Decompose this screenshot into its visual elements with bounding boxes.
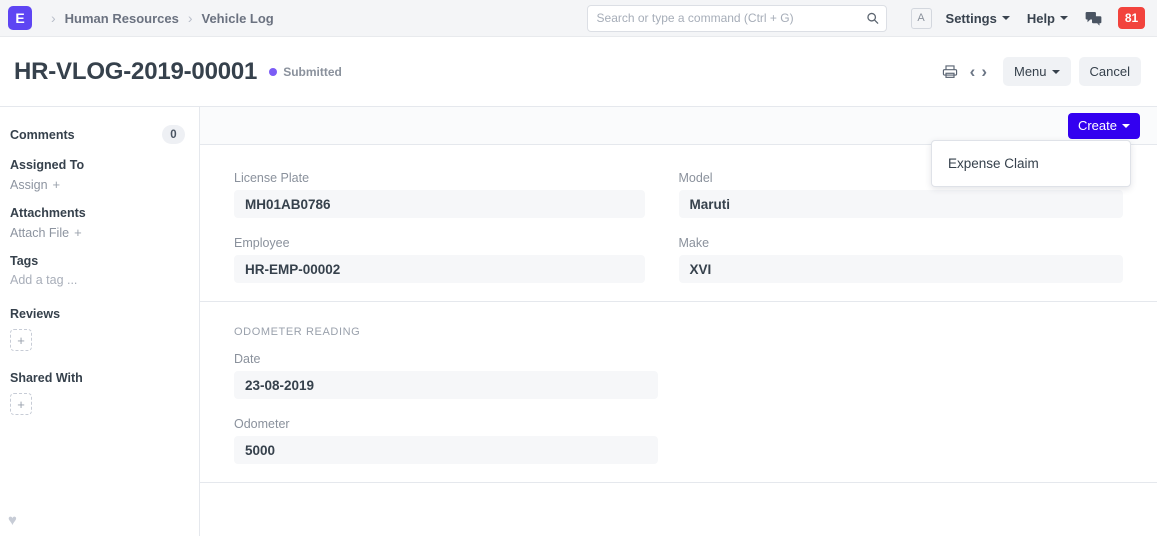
menu-button-label: Menu	[1014, 64, 1047, 79]
attach-file-button[interactable]: Attach File +	[10, 225, 185, 240]
breadcrumb-item-vehicle-log[interactable]: Vehicle Log	[202, 11, 274, 26]
add-tag-input[interactable]: Add a tag ...	[10, 273, 185, 287]
assign-button[interactable]: Assign +	[10, 177, 185, 192]
search-input[interactable]	[586, 4, 887, 32]
add-shared-user-button[interactable]: +	[10, 393, 32, 415]
notification-badge[interactable]: 81	[1118, 7, 1145, 29]
avatar[interactable]: A	[910, 7, 932, 29]
status-badge: Submitted	[269, 65, 342, 79]
model-value[interactable]: Maruti	[678, 190, 1123, 218]
employee-label: Employee	[234, 236, 290, 250]
plus-icon: +	[52, 177, 61, 192]
breadcrumb-item-human-resources[interactable]: Human Resources	[65, 11, 179, 26]
document-sidebar: Comments 0 Assigned To Assign + Attachme…	[0, 107, 200, 536]
date-value[interactable]: 23-08-2019	[234, 371, 658, 399]
dropdown-item-expense-claim[interactable]: Expense Claim	[932, 149, 1130, 178]
make-label: Make	[678, 236, 710, 250]
details-column-right: Model Maruti Make XVI	[678, 171, 1123, 287]
comments-header[interactable]: Comments 0	[10, 125, 185, 144]
status-dot-icon	[269, 67, 278, 76]
sidebar-section-attachments: Attachments Attach File +	[10, 206, 185, 240]
print-icon[interactable]	[939, 60, 961, 84]
field-odometer: Odometer 5000	[234, 417, 1123, 464]
license-plate-value[interactable]: MH01AB0786	[234, 190, 645, 218]
sidebar-section-assigned-to: Assigned To Assign +	[10, 158, 185, 192]
details-grid: License Plate MH01AB0786 Employee HR-EMP…	[234, 171, 1123, 287]
add-review-button[interactable]: +	[10, 329, 32, 351]
odometer-label: Odometer	[234, 417, 290, 431]
menu-button[interactable]: Menu	[1003, 57, 1071, 86]
make-value[interactable]: XVI	[678, 255, 1123, 283]
date-label: Date	[234, 352, 261, 366]
cancel-button[interactable]: Cancel	[1078, 57, 1141, 86]
search-container	[586, 4, 887, 32]
create-button-label: Create	[1077, 118, 1117, 133]
page-body: Comments 0 Assigned To Assign + Attachme…	[0, 107, 1157, 536]
reviews-label: Reviews	[10, 307, 61, 321]
field-employee: Employee HR-EMP-00002	[234, 236, 645, 283]
field-make: Make XVI	[678, 236, 1123, 283]
chevron-down-icon	[1051, 69, 1060, 74]
create-dropdown-menu: Expense Claim	[931, 140, 1131, 187]
top-navbar: E › Human Resources › Vehicle Log A Sett…	[0, 0, 1157, 37]
chat-icon[interactable]	[1085, 11, 1102, 26]
sidebar-section-comments: Comments 0	[10, 125, 185, 144]
help-label: Help	[1026, 10, 1055, 26]
field-license-plate: License Plate MH01AB0786	[234, 171, 645, 218]
odometer-value[interactable]: 5000	[234, 436, 658, 464]
status-label: Submitted	[283, 64, 342, 79]
chevron-down-icon	[1001, 16, 1010, 20]
help-menu[interactable]: Help	[1027, 11, 1068, 26]
license-plate-label: License Plate	[234, 171, 310, 185]
assigned-to-label: Assigned To	[10, 158, 85, 172]
document-main: Create Expense Claim License Plate MH01A…	[200, 107, 1157, 536]
assign-label: Assign	[10, 177, 48, 192]
create-button[interactable]: Create	[1067, 112, 1140, 139]
tags-label: Tags	[10, 254, 39, 268]
sidebar-section-shared-with: Shared With +	[10, 371, 185, 415]
comments-count: 0	[162, 125, 185, 144]
record-navigation: ‹ ›	[967, 63, 990, 80]
app-logo[interactable]: E	[8, 6, 32, 30]
settings-menu[interactable]: Settings	[946, 11, 1010, 26]
title-actions: ‹ › Menu Cancel	[939, 57, 1141, 86]
details-column-left: License Plate MH01AB0786 Employee HR-EMP…	[234, 171, 679, 287]
form-section-odometer-reading: ODOMETER READING Date 23-08-2019 Odomete…	[200, 302, 1157, 483]
field-date: Date 23-08-2019	[234, 352, 1123, 399]
settings-label: Settings	[945, 10, 997, 26]
previous-record-icon[interactable]: ‹	[967, 63, 979, 80]
search-icon[interactable]	[866, 12, 879, 25]
employee-value[interactable]: HR-EMP-00002	[234, 255, 645, 283]
odometer-section-title: ODOMETER READING	[234, 326, 361, 338]
page-title: HR-VLOG-2019-00001	[14, 57, 258, 85]
chevron-down-icon	[1060, 16, 1068, 20]
like-heart-icon[interactable]: ♥	[8, 513, 17, 528]
breadcrumb-separator-icon: ›	[51, 10, 56, 26]
chevron-down-icon	[1122, 123, 1130, 128]
sidebar-section-reviews: Reviews +	[10, 307, 185, 351]
next-record-icon[interactable]: ›	[978, 63, 990, 80]
shared-with-label: Shared With	[10, 371, 83, 385]
sidebar-section-tags: Tags Add a tag ...	[10, 254, 185, 287]
attachments-label: Attachments	[10, 206, 86, 220]
attach-file-label: Attach File	[10, 225, 70, 240]
plus-icon: +	[74, 225, 82, 240]
comments-label: Comments	[10, 127, 75, 142]
breadcrumb-separator-icon: ›	[187, 10, 193, 26]
document-title-bar: HR-VLOG-2019-00001 Submitted ‹ › Menu Ca…	[0, 37, 1157, 107]
